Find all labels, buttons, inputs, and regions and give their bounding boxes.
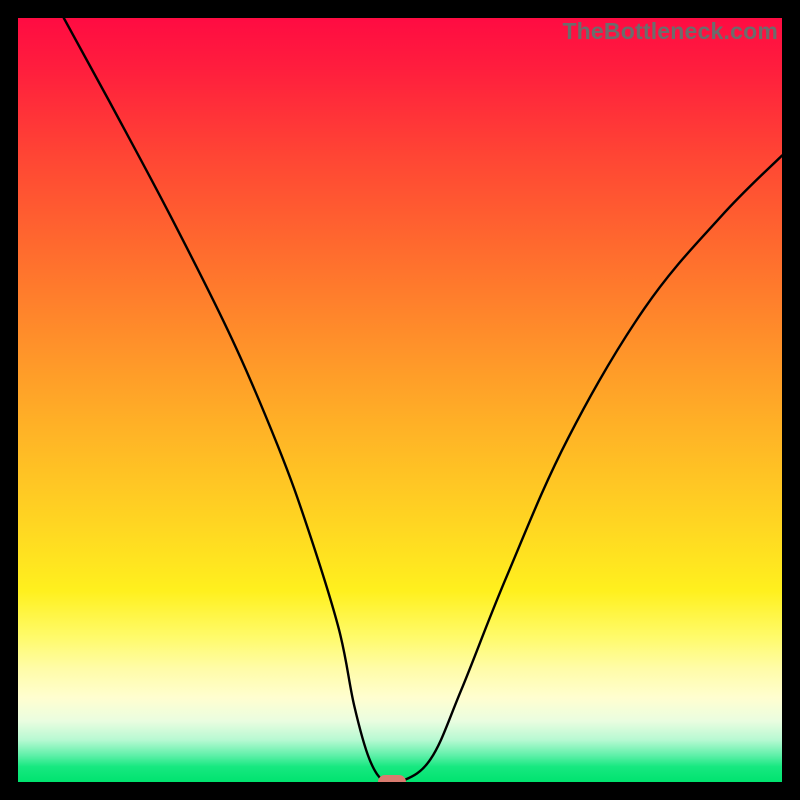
plot-area: TheBottleneck.com: [18, 18, 782, 782]
bottleneck-curve: [18, 18, 782, 782]
chart-frame: TheBottleneck.com: [0, 0, 800, 800]
optimum-marker: [378, 775, 406, 782]
curve-path: [64, 18, 782, 782]
